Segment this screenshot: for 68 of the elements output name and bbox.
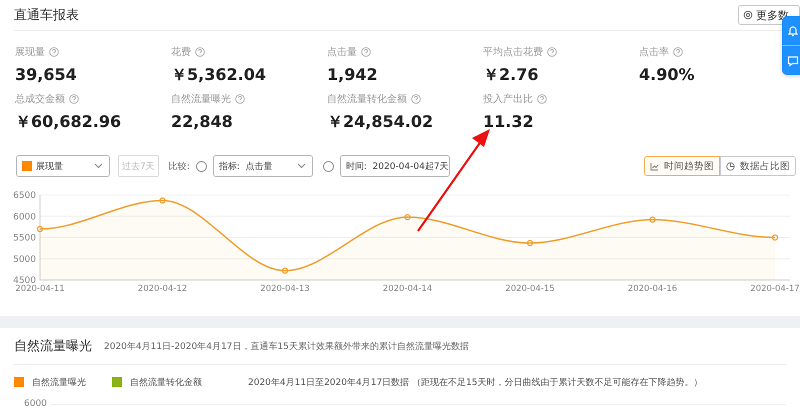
view-tab[interactable]: 数据占比图 <box>720 156 796 176</box>
metric-value: ￥2.76 <box>483 64 540 86</box>
data-note: 2020年4月11日至2020年4月17日数据 （距现在不足15天时，分日曲线由于累计天数不足可能存在下降趋势。） <box>248 376 702 388</box>
metric-label: 花费 <box>171 46 191 59</box>
section-title: 自然流量曝光 <box>14 338 92 355</box>
y-axis-label: 5500 <box>13 234 36 244</box>
caret-icon <box>296 163 306 169</box>
x-axis-label: 2020-04-11 <box>15 284 65 294</box>
data-point[interactable] <box>282 268 288 274</box>
help-icon <box>49 47 59 57</box>
section-description: 2020年4月11日-2020年4月17日，直通车15天累计效果额外带来的累计自然流量曝光数据 <box>104 340 469 352</box>
y-axis-label: 6500 <box>13 191 36 201</box>
data-point[interactable] <box>772 234 778 241</box>
compare-select[interactable]: 指标: 点击量 <box>212 155 313 177</box>
y-axis-label: 5000 <box>13 254 36 265</box>
help-icon <box>195 47 205 57</box>
metric-label: 点击率 <box>639 46 669 59</box>
help-icon <box>361 47 371 57</box>
radio-button[interactable] <box>196 160 207 172</box>
compare-label: 比较: <box>168 160 190 172</box>
legend-label[interactable]: 自然流量曝光 <box>32 376 86 388</box>
metric-select[interactable]: 展现量 <box>16 155 110 177</box>
data-point[interactable] <box>526 240 534 246</box>
metric-value: 22,848 <box>171 111 234 133</box>
help-icon <box>411 94 421 104</box>
metric-label: 展现量 <box>15 46 45 59</box>
help-icon <box>235 94 245 104</box>
metric-value: ￥24,854.02 <box>327 111 434 133</box>
bell-icon[interactable] <box>787 24 799 36</box>
settings-icon <box>743 10 753 20</box>
x-axis-label: 2020-04-17 <box>750 284 800 294</box>
metric-value: 39,654 <box>15 64 78 86</box>
x-axis-label: 2020-04-13 <box>260 284 310 294</box>
compare-select[interactable]: 时间: 2020-04-04起7天 <box>340 155 450 177</box>
metric-value: ￥5,362.04 <box>171 64 267 86</box>
metric-value: 1,942 <box>327 64 379 86</box>
metric-label: 自然流量转化金额 <box>327 92 407 106</box>
data-point[interactable] <box>649 216 656 223</box>
data-point[interactable] <box>159 197 166 204</box>
y-axis-label: 6000 <box>24 399 47 409</box>
page-title: 直通车报表 <box>14 7 79 24</box>
caret-icon <box>94 163 103 169</box>
help-icon <box>69 94 79 104</box>
x-axis-label: 2020-04-14 <box>382 284 432 294</box>
metric-label: 自然流量曝光 <box>171 92 231 106</box>
metric-label: 总成交金额 <box>15 92 65 106</box>
metric-label: 点击量 <box>327 46 357 59</box>
y-axis-label: 4500 <box>13 276 36 286</box>
x-axis-label: 2020-04-16 <box>628 284 678 294</box>
data-point[interactable] <box>404 214 411 220</box>
data-point[interactable] <box>36 226 44 232</box>
metric-label: 投入产出比 <box>483 92 533 106</box>
legend-label[interactable]: 自然流量转化金额 <box>130 376 202 388</box>
help-icon <box>547 47 557 57</box>
help-icon <box>673 47 683 57</box>
chat-icon[interactable] <box>787 54 799 66</box>
x-axis-label: 2020-04-15 <box>505 284 555 294</box>
metric-label: 平均点击花费 <box>483 46 543 59</box>
metric-value: 11.32 <box>483 111 535 133</box>
x-axis-label: 2020-04-12 <box>138 284 188 294</box>
line-chart-icon <box>650 162 659 170</box>
metric-value: 4.90% <box>639 64 696 86</box>
view-tab[interactable]: 时间趋势图 <box>644 156 720 176</box>
pie-chart-icon <box>726 162 735 170</box>
radio-button[interactable] <box>322 160 334 172</box>
metric-value: ￥60,682.96 <box>15 111 122 133</box>
help-icon <box>537 94 547 104</box>
y-axis-label: 6000 <box>13 212 36 222</box>
